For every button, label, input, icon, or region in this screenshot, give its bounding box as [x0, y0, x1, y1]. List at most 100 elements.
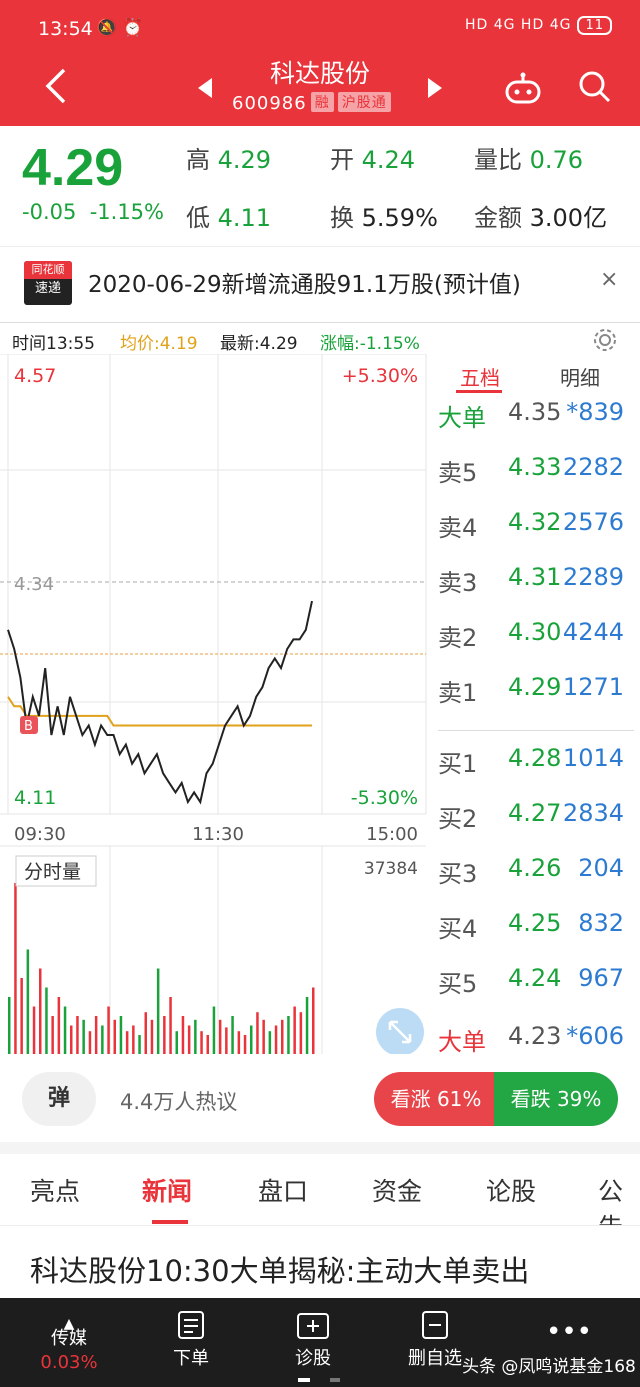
top-price-label: 4.57 [14, 365, 56, 387]
level-price: 4.31 [508, 563, 562, 591]
robot-icon[interactable] [504, 72, 542, 106]
volume-bar [194, 1019, 197, 1054]
level-volume: 1271 [562, 673, 624, 701]
level-volume: 204 [578, 854, 624, 882]
battery-icon: 11 [577, 16, 612, 35]
turn-label: 换 [330, 204, 354, 232]
stock-name: 科达股份 [269, 59, 370, 88]
status-bar: 13:54 🔕 ⏰ HD 4G HD 4G 11 [0, 0, 640, 58]
orderbook-row: 卖3 4.31 2289 [438, 563, 638, 603]
news-banner[interactable]: 同花顺 速递 2020-06-29新增流通股91.1万股(预计值) × [0, 246, 640, 316]
orderbook-row: 卖5 4.33 2282 [438, 453, 638, 493]
time-end-label: 15:00 [366, 824, 418, 845]
tab-market[interactable]: 盘口 [258, 1172, 308, 1208]
mid-price-label: 4.34 [14, 574, 54, 595]
alarm-icon: ⏰ [122, 18, 144, 38]
page-dot [330, 1378, 340, 1382]
volume-bar [293, 1006, 296, 1054]
volume-bar [113, 1019, 116, 1054]
bullish-button[interactable]: 看涨 61% [374, 1072, 498, 1126]
nav-diagnose-label: 诊股 [295, 1348, 331, 1369]
intraday-chart[interactable]: 4.57 +5.30% 4.34 4.11 -5.30% 09:30 11:30… [0, 354, 430, 1054]
volume-bar [206, 1035, 209, 1054]
level-volume: *839 [566, 398, 624, 426]
low-field: 低 4.11 [186, 198, 271, 233]
settings-icon[interactable] [592, 327, 618, 353]
volume-bar [8, 997, 11, 1054]
bearish-button[interactable]: 看跌 39% [494, 1072, 618, 1126]
close-icon[interactable]: × [600, 267, 618, 292]
volume-bar [88, 1031, 92, 1054]
price-change: -0.05 -1.15% [22, 200, 164, 224]
high-value: 4.29 [217, 146, 272, 174]
amount-field: 金额 3.00亿 [474, 198, 607, 233]
nav-sector-label: 传媒 [51, 1328, 87, 1349]
volume-bar [76, 1016, 79, 1054]
tab-announcements[interactable]: 公告 [598, 1172, 640, 1225]
orderbook-row: 买5 4.24 967 [438, 964, 638, 1004]
bottom-price-label: 4.11 [14, 787, 56, 809]
tab-five-levels[interactable]: 五档 [460, 362, 500, 391]
volume-bar [187, 1025, 191, 1054]
volume-bar [82, 1019, 85, 1054]
volume-bar [150, 1019, 154, 1054]
search-icon[interactable] [578, 70, 612, 104]
level-volume: 832 [578, 909, 624, 937]
orderbook-row: 大单 4.23 *606 [438, 1022, 638, 1062]
vr-value: 0.76 [529, 146, 584, 174]
tab-news[interactable]: 新闻 [142, 1172, 192, 1208]
volume-ratio-field: 量比 0.76 [474, 140, 583, 175]
tab-highlights[interactable]: 亮点 [30, 1172, 80, 1208]
level-label: 买2 [438, 805, 478, 833]
volume-bar [287, 1016, 290, 1054]
level-volume: 1014 [562, 744, 624, 772]
volume-bar [57, 997, 61, 1054]
info-pct: 涨幅:-1.15% [320, 334, 420, 354]
volume-bar [20, 978, 23, 1054]
signal-text: HD 4G HD 4G [464, 17, 572, 33]
nav-sector-pct: 0.03% [40, 1352, 98, 1373]
level-label: 大单 [438, 1028, 486, 1056]
tab-funds[interactable]: 资金 [372, 1172, 422, 1208]
level-price: 4.27 [508, 799, 562, 827]
volume-bar [101, 1025, 104, 1054]
volume-bar [26, 949, 30, 1054]
volume-bar [175, 1031, 178, 1054]
level-price: 4.25 [508, 909, 562, 937]
orderbook-row: 卖1 4.29 1271 [438, 673, 638, 713]
news-headline[interactable]: 科达股份10:30大单揭秘:主动大单卖出 [30, 1248, 529, 1290]
signal-indicators: HD 4G HD 4G 11 [465, 16, 612, 35]
level-label: 卖2 [438, 624, 478, 652]
level-volume: 2282 [562, 453, 624, 481]
turnover-field: 换 5.59% [330, 198, 438, 233]
orderbook-row: 大单 4.35 *839 [438, 398, 638, 438]
info-time: 时间13:55 [12, 334, 95, 354]
margin-tag: 融 [310, 92, 334, 112]
tab-forum[interactable]: 论股 [486, 1172, 536, 1208]
hot-discussion[interactable]: 4.4万人热议 [120, 1086, 237, 1116]
connect-tag: 沪股通 [337, 92, 391, 112]
tab-details[interactable]: 明细 [560, 362, 600, 391]
danmaku-button[interactable]: 弹 [22, 1072, 96, 1126]
volume-bar [132, 1025, 135, 1054]
info-latest: 最新:4.29 [220, 334, 298, 354]
level-label: 买3 [438, 860, 478, 888]
volume-bar [163, 1016, 166, 1054]
level-price: 4.30 [508, 618, 562, 646]
amt-label: 金额 [474, 204, 522, 232]
volume-bar [200, 1031, 203, 1054]
turn-value: 5.59% [361, 204, 438, 232]
open-value: 4.24 [361, 146, 416, 174]
volume-bar [39, 968, 42, 1054]
open-field: 开 4.24 [330, 140, 415, 175]
stock-code: 600986 [232, 93, 307, 114]
book-divider [438, 730, 634, 731]
orderbook-row: 买3 4.26 204 [438, 854, 638, 894]
remove-icon [422, 1311, 448, 1339]
more-icon: ••• [545, 1317, 592, 1347]
top-pct-label: +5.30% [342, 365, 418, 387]
volume-bar [181, 1016, 185, 1054]
volume-bar [256, 1012, 259, 1054]
volume-bar [45, 987, 48, 1054]
high-field: 高 4.29 [186, 140, 271, 175]
